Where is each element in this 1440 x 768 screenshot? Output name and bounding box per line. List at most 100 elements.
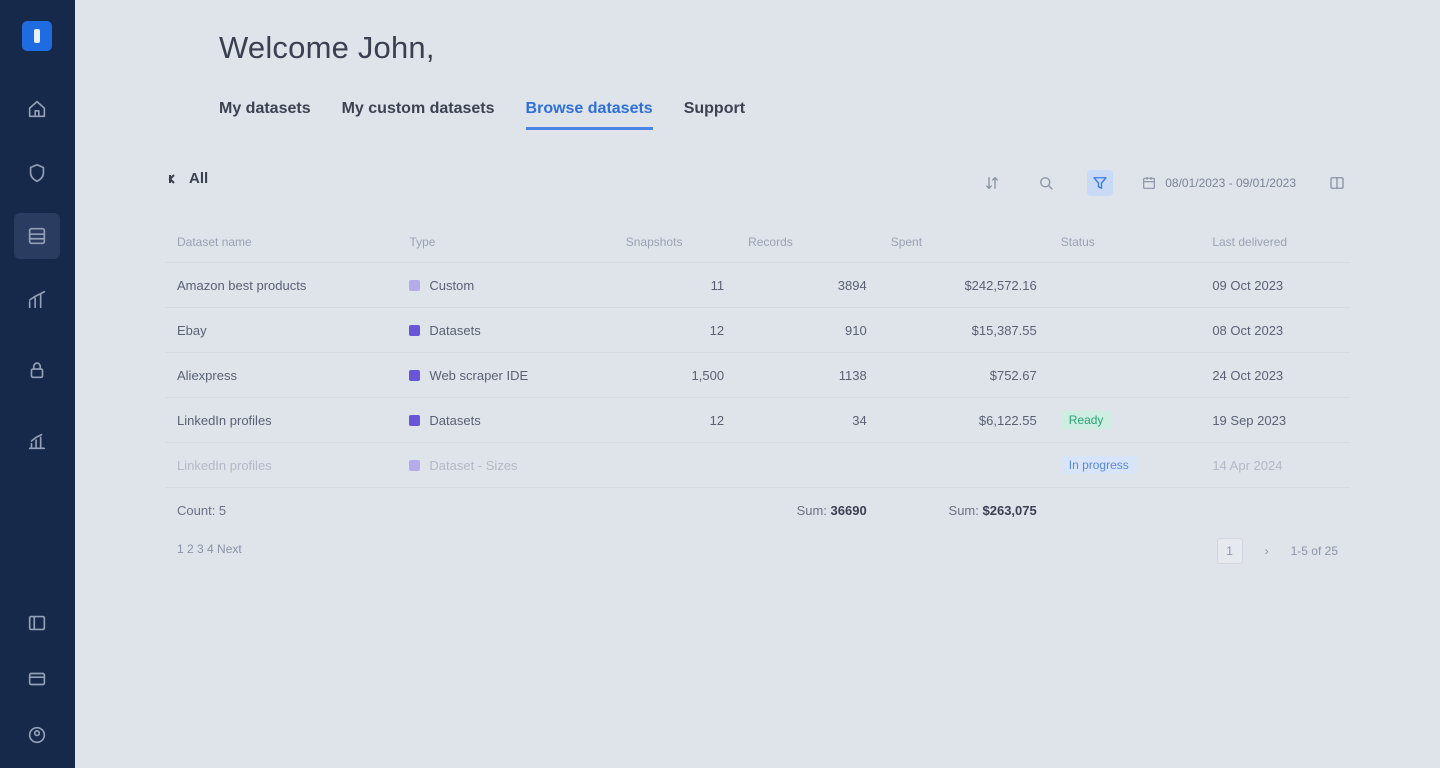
page-title: Welcome John, xyxy=(219,30,435,65)
snapshots: 12 xyxy=(613,307,737,353)
date-range-text: 08/01/2023 - 09/01/2023 xyxy=(1165,176,1296,190)
spent: $6,122.55 xyxy=(878,397,1049,443)
status xyxy=(1048,352,1201,398)
dataset-name[interactable]: Amazon best products xyxy=(165,262,398,308)
spent-total: Sum: $263,075 xyxy=(878,487,1049,532)
sort-icon xyxy=(986,177,999,189)
records-total: Sum: 36690 xyxy=(736,487,879,532)
dataset-name[interactable]: LinkedIn profiles xyxy=(165,442,398,488)
status xyxy=(1048,307,1201,353)
table-row[interactable]: Amazon best products Custom 11 3894 $242… xyxy=(165,262,1350,308)
column-header[interactable]: Dataset name xyxy=(165,222,397,263)
table-row[interactable]: LinkedIn profiles Datasets 12 34 $6,122.… xyxy=(165,397,1350,443)
records: 910 xyxy=(736,307,879,353)
last-delivered: 24 Oct 2023 xyxy=(1200,352,1350,398)
pagination: 1 2 3 4 Next 1 › 1-5 of 25 xyxy=(165,538,1350,564)
column-header[interactable]: Last delivered xyxy=(1200,222,1350,263)
tab-my-datasets[interactable]: My datasets xyxy=(219,100,311,130)
last-delivered: 08 Oct 2023 xyxy=(1200,307,1350,353)
date-range-picker[interactable]: 08/01/2023 - 09/01/2023 xyxy=(1141,175,1296,191)
book-icon[interactable] xyxy=(14,600,60,646)
spent-sum-prefix: Sum: xyxy=(948,502,979,518)
table-row[interactable]: LinkedIn profiles Dataset - Sizes In pro… xyxy=(165,442,1350,488)
tab-browse-datasets[interactable]: Browse datasets xyxy=(525,100,653,130)
column-header[interactable]: Status xyxy=(1049,222,1201,263)
last-delivered: 19 Sep 2023 xyxy=(1200,397,1350,443)
filter-button[interactable] xyxy=(1087,170,1114,196)
type-icon xyxy=(409,459,421,471)
records xyxy=(736,442,879,488)
snapshots: 1,500 xyxy=(613,352,737,398)
shield-icon[interactable] xyxy=(14,150,60,196)
spent: $752.67 xyxy=(878,352,1049,398)
filter-icon xyxy=(1093,177,1107,189)
records-sum-value: 36690 xyxy=(830,502,867,518)
records: 34 xyxy=(736,397,879,443)
status-badge: Ready xyxy=(1060,411,1112,429)
chart-icon[interactable] xyxy=(14,418,60,464)
dataset-type: Custom xyxy=(429,277,475,293)
column-header[interactable]: Records xyxy=(736,222,879,263)
spent xyxy=(878,442,1049,488)
filter-selector[interactable]: All xyxy=(165,170,208,187)
column-header[interactable]: Spent xyxy=(879,222,1049,263)
current-page[interactable]: 1 xyxy=(1216,538,1243,564)
lock-icon[interactable] xyxy=(14,347,60,393)
dataset-type: Web scraper IDE xyxy=(429,367,529,383)
search-button[interactable] xyxy=(1033,170,1059,196)
last-delivered: 14 Apr 2024 xyxy=(1200,442,1350,488)
status-badge: In progress xyxy=(1060,456,1137,474)
main-content: Welcome John, My datasets My custom data… xyxy=(75,0,1440,768)
sidebar xyxy=(0,0,75,768)
calendar-icon xyxy=(1143,177,1156,189)
records-sum-prefix: Sum: xyxy=(796,502,827,518)
spent: $15,387.55 xyxy=(878,307,1049,353)
totals-row: Count: 5 Sum: 36690 Sum: $263,075 xyxy=(165,487,1350,532)
records: 3894 xyxy=(736,262,879,308)
home-icon[interactable] xyxy=(14,86,60,132)
snapshots: 11 xyxy=(613,262,737,308)
rows-range: 1-5 of 25 xyxy=(1290,544,1338,558)
analytics-icon[interactable] xyxy=(14,277,60,323)
dataset-name[interactable]: Aliexpress xyxy=(165,352,398,398)
table-toolbar: All 08/01/2023 - 09/01/2023 xyxy=(165,170,1350,196)
spent: $242,572.16 xyxy=(878,262,1049,308)
tab-my-custom-datasets[interactable]: My custom datasets xyxy=(342,100,495,130)
status xyxy=(1048,262,1201,308)
type-icon xyxy=(409,369,421,381)
records: 1138 xyxy=(736,352,879,398)
spent-sum-value: $263,075 xyxy=(982,502,1037,518)
datasets-icon[interactable] xyxy=(14,213,60,259)
datasets-table: Dataset name Type Snapshots Records Spen… xyxy=(165,222,1350,532)
dataset-name[interactable]: LinkedIn profiles xyxy=(165,397,398,443)
table-row[interactable]: Ebay Datasets 12 910 $15,387.55 08 Oct 2… xyxy=(165,307,1350,353)
table-header-row: Dataset name Type Snapshots Records Spen… xyxy=(165,222,1350,263)
type-icon xyxy=(409,414,421,426)
table-row[interactable]: Aliexpress Web scraper IDE 1,500 1138 $7… xyxy=(165,352,1350,398)
column-header[interactable]: Snapshots xyxy=(614,222,736,263)
columns-button[interactable] xyxy=(1324,170,1350,196)
columns-icon xyxy=(1330,177,1344,189)
type-icon xyxy=(409,324,421,336)
type-icon xyxy=(409,279,421,291)
count-total: Count: 5 xyxy=(165,487,398,532)
column-header[interactable]: Type xyxy=(397,222,613,263)
page-links[interactable]: 1 2 3 4 Next xyxy=(177,542,242,556)
snapshots xyxy=(613,442,737,488)
account-icon[interactable] xyxy=(14,712,60,758)
search-icon xyxy=(1040,177,1053,190)
logo[interactable] xyxy=(22,21,52,51)
last-delivered: 09 Oct 2023 xyxy=(1200,262,1350,308)
tabs: My datasets My custom datasets Browse da… xyxy=(219,100,776,130)
chevron-right-icon[interactable]: › xyxy=(1265,544,1269,558)
filter-label: All xyxy=(189,170,209,187)
tab-support[interactable]: Support xyxy=(684,100,745,130)
collapse-icon xyxy=(168,173,175,184)
dataset-type: Dataset - Sizes xyxy=(429,457,518,473)
sort-button[interactable] xyxy=(979,170,1005,196)
dataset-type: Datasets xyxy=(429,412,481,428)
dataset-type: Datasets xyxy=(429,322,481,338)
billing-icon[interactable] xyxy=(14,656,60,702)
snapshots: 12 xyxy=(613,397,737,443)
dataset-name[interactable]: Ebay xyxy=(165,307,398,353)
